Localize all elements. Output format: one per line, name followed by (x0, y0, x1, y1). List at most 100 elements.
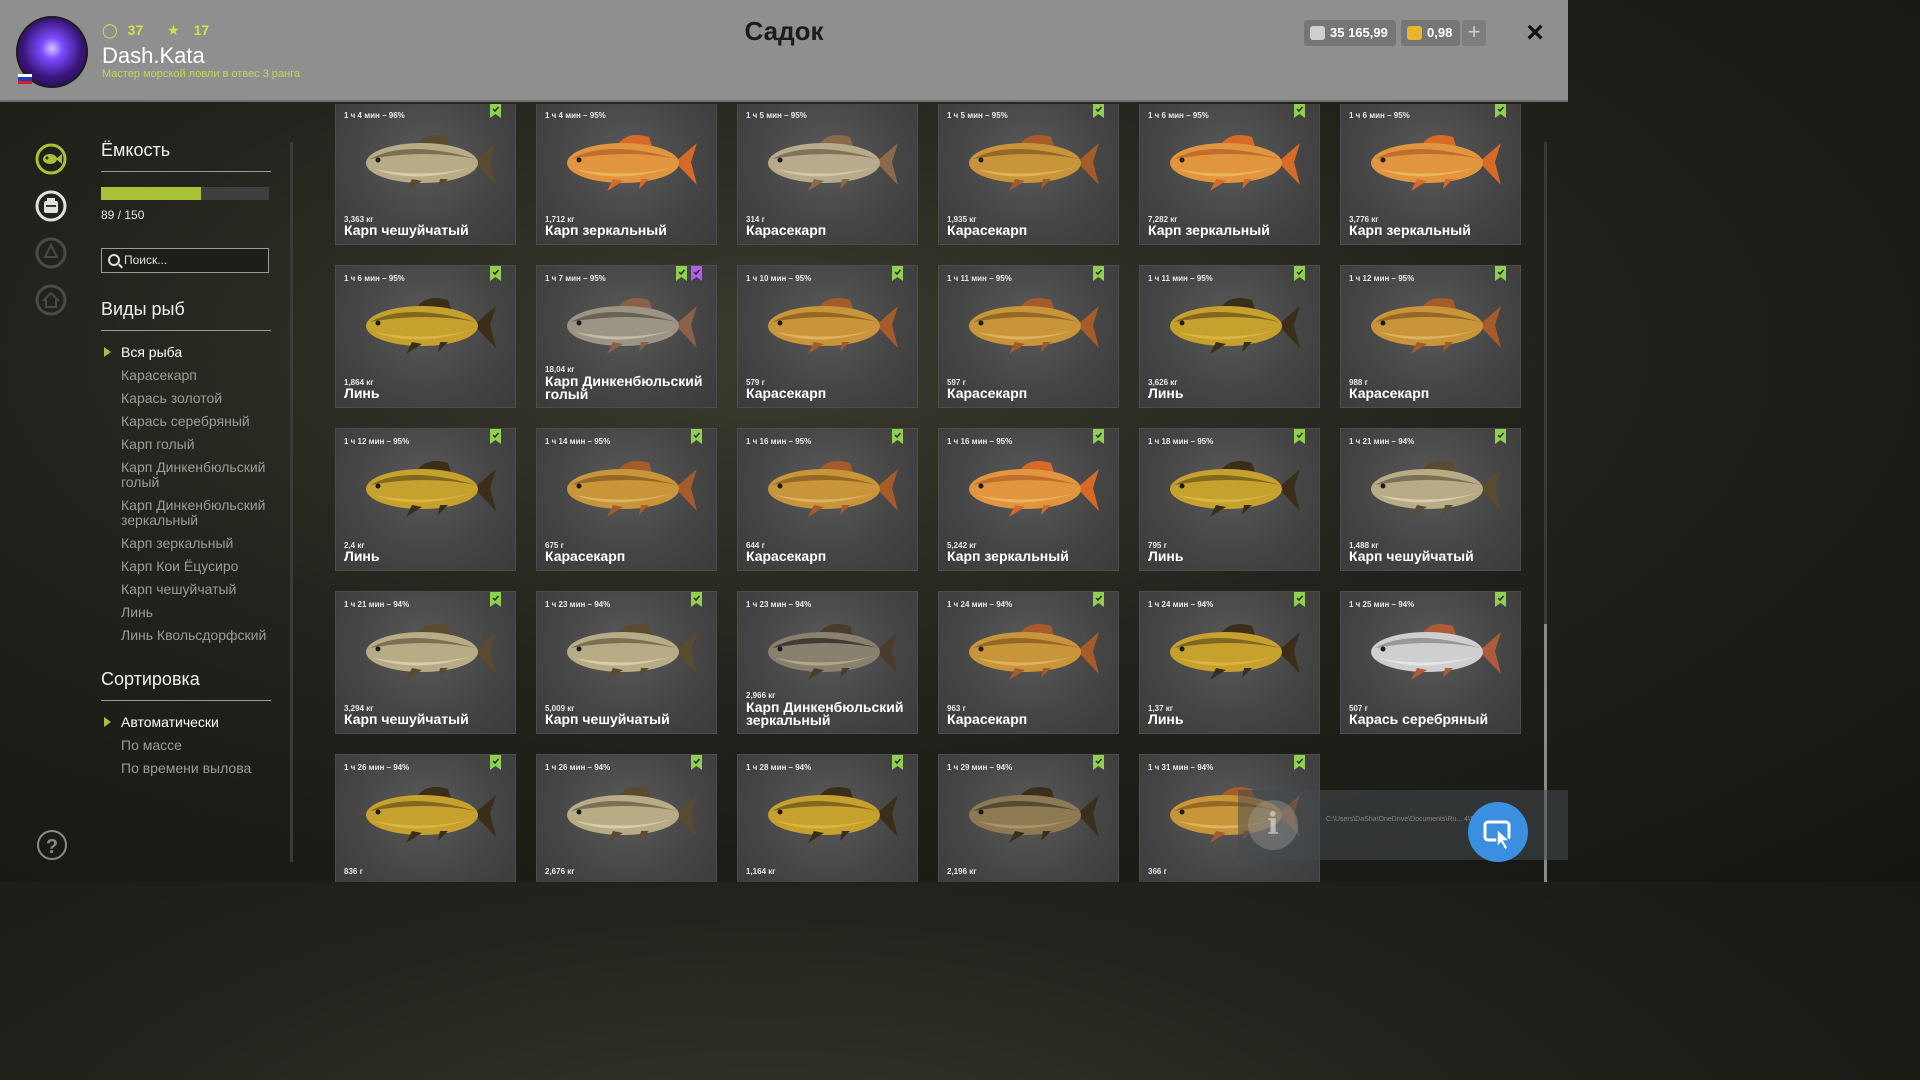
cooler-icon[interactable] (35, 190, 67, 222)
catch-time: 1 ч 6 мин – 95% (1349, 111, 1410, 120)
catch-time: 1 ч 31 мин – 94% (1148, 763, 1214, 772)
fish-card[interactable]: 1 ч 6 мин – 95% 3,776 кг Карп зеркальный (1340, 104, 1521, 245)
species-item[interactable]: Карась серебряный (121, 414, 276, 429)
sort-list: Автоматически По массе По времени вылова (104, 715, 276, 784)
bookmark-green-icon[interactable] (490, 755, 501, 770)
bookmark-green-icon[interactable] (691, 755, 702, 770)
species-item[interactable]: Линь (121, 605, 276, 620)
fish-name: Карасекарп (746, 548, 827, 564)
species-item[interactable]: Карп голый (121, 437, 276, 452)
species-item[interactable]: Линь Квольсдорфский (121, 628, 276, 643)
fish-card[interactable]: 1 ч 14 мин – 95% 675 г Карасекарп (536, 428, 717, 571)
species-item[interactable]: Карась золотой (121, 391, 276, 406)
species-item-all[interactable]: Вся рыба (121, 345, 276, 360)
fish-card[interactable]: 1 ч 25 мин – 94% 507 г Карась серебряный (1340, 591, 1521, 734)
fish-card[interactable]: 1 ч 26 мин – 94% 836 г (335, 754, 516, 882)
bookmark-green-icon[interactable] (1294, 592, 1305, 607)
bookmark-green-icon[interactable] (691, 592, 702, 607)
help-button[interactable]: ? (37, 830, 67, 860)
catch-time: 1 ч 23 мин – 94% (545, 600, 611, 609)
fish-card[interactable]: 1 ч 12 мин – 95% 988 г Карасекарп (1340, 265, 1521, 408)
bookmark-green-icon[interactable] (892, 755, 903, 770)
bookmark-green-icon[interactable] (490, 266, 501, 281)
bookmark-purple-icon[interactable] (691, 266, 702, 281)
fish-weight: 2,196 кг (947, 867, 977, 876)
fish-card[interactable]: 1 ч 18 мин – 95% 795 г Линь (1139, 428, 1320, 571)
fish-weight: 836 г (344, 867, 363, 876)
species-section: Виды рыб (101, 299, 271, 331)
species-item[interactable]: Карп зеркальный (121, 536, 276, 551)
close-button[interactable]: × (1519, 15, 1551, 51)
species-item[interactable]: Карп Динкенбюльский зеркальный (121, 498, 276, 528)
species-item[interactable]: Карасекарп (121, 368, 276, 383)
bookmark-green-icon[interactable] (1093, 755, 1104, 770)
fish-card[interactable]: 1 ч 6 мин – 95% 7,282 кг Карп зеркальный (1139, 104, 1320, 245)
gold-balance: 0,98 (1401, 20, 1461, 46)
fish-name: Карасекарп (947, 385, 1028, 401)
bookmark-green-icon[interactable] (892, 266, 903, 281)
bookmark-green-icon[interactable] (1093, 104, 1104, 118)
fish-card[interactable]: 1 ч 24 мин – 94% 963 г Карасекарп (938, 591, 1119, 734)
fish-card[interactable]: 1 ч 16 мин – 95% 5,242 кг Карп зеркальный (938, 428, 1119, 571)
bookmark-green-icon[interactable] (1294, 266, 1305, 281)
fish-card[interactable]: 1 ч 21 мин – 94% 1,488 кг Карп чешуйчатый (1340, 428, 1521, 571)
fish-card[interactable]: 1 ч 5 мин – 95% 314 г Карасекарп (737, 104, 918, 245)
bookmark-green-icon[interactable] (1495, 266, 1506, 281)
sort-option-time[interactable]: По времени вылова (121, 761, 276, 776)
fish-card[interactable]: 1 ч 21 мин – 94% 3,294 кг Карп чешуйчатый (335, 591, 516, 734)
add-currency-button[interactable]: + (1462, 20, 1486, 46)
bookmark-green-icon[interactable] (1495, 592, 1506, 607)
bookmark-green-icon[interactable] (1495, 429, 1506, 444)
selected-arrow-icon (104, 347, 111, 357)
species-item[interactable]: Карп Кои Ёцусиро (121, 559, 276, 574)
bookmark-green-icon[interactable] (1495, 104, 1506, 118)
fish-card[interactable]: 1 ч 4 мин – 96% 3,363 кг Карп чешуйчатый (335, 104, 516, 245)
catch-time: 1 ч 12 мин – 95% (344, 437, 410, 446)
bait-icon[interactable] (35, 237, 67, 269)
fish-card[interactable]: 1 ч 11 мин – 95% 3,626 кг Линь (1139, 265, 1320, 408)
bookmark-green-icon[interactable] (691, 429, 702, 444)
bookmark-green-icon[interactable] (490, 104, 501, 118)
fish-card[interactable]: 1 ч 4 мин – 95% 1,712 кг Карп зеркальный (536, 104, 717, 245)
fish-card[interactable]: 1 ч 28 мин – 94% 1,164 кг (737, 754, 918, 882)
sort-option-weight[interactable]: По массе (121, 738, 276, 753)
home-icon[interactable] (35, 284, 67, 316)
species-item[interactable]: Карп чешуйчатый (121, 582, 276, 597)
fish-card[interactable]: 1 ч 23 мин – 94% 5,009 кг Карп чешуйчатый (536, 591, 717, 734)
fish-card[interactable]: 1 ч 12 мин – 95% 2,4 кг Линь (335, 428, 516, 571)
search-placeholder: Поиск... (124, 253, 168, 267)
fish-name: Линь (1148, 548, 1184, 564)
fish-card[interactable]: 1 ч 6 мин – 95% 1,864 кг Линь (335, 265, 516, 408)
fish-card[interactable]: 1 ч 7 мин – 95% 18,04 кг Карп Динкенбюльск… (536, 265, 717, 408)
keepnet-fish-icon[interactable] (35, 143, 67, 175)
bookmark-green-icon[interactable] (1294, 429, 1305, 444)
bookmark-green-icon[interactable] (1093, 429, 1104, 444)
search-input[interactable]: Поиск... (101, 248, 269, 273)
fish-card[interactable]: 1 ч 5 мин – 95% 1,935 кг Карасекарп (938, 104, 1119, 245)
fish-name: Карасекарп (746, 222, 827, 238)
fish-card[interactable]: 1 ч 11 мин – 95% 597 г Карасекарп (938, 265, 1119, 408)
bookmark-green-icon[interactable] (1093, 592, 1104, 607)
bookmark-green-icon[interactable] (1093, 266, 1104, 281)
bookmark-green-icon[interactable] (892, 429, 903, 444)
bookmark-green-icon[interactable] (490, 429, 501, 444)
fish-name: Карасекарп (947, 222, 1028, 238)
sort-option-auto[interactable]: Автоматически (121, 715, 276, 730)
fish-name: Карп зеркальный (1148, 222, 1270, 238)
bookmark-green-icon[interactable] (676, 266, 687, 281)
catch-time: 1 ч 25 мин – 94% (1349, 600, 1415, 609)
species-item[interactable]: Карп Динкенбюльский голый (121, 460, 276, 490)
bookmark-green-icon[interactable] (490, 592, 501, 607)
fish-card[interactable]: 1 ч 29 мин – 94% 2,196 кг (938, 754, 1119, 882)
fish-card[interactable]: 1 ч 16 мин – 95% 644 г Карасекарп (737, 428, 918, 571)
fish-card[interactable]: 1 ч 24 мин – 94% 1,37 кг Линь (1139, 591, 1320, 734)
fish-card[interactable]: 1 ч 23 мин – 94% 2,966 кг Карп Динкенбюльс… (737, 591, 918, 734)
fish-name: Карасекарп (1349, 385, 1430, 401)
fish-card[interactable]: 1 ч 26 мин – 94% 2,676 кг (536, 754, 717, 882)
bookmark-green-icon[interactable] (1294, 104, 1305, 118)
capture-cursor-button[interactable] (1468, 802, 1528, 862)
fish-card[interactable]: 1 ч 10 мин – 95% 579 г Карасекарп (737, 265, 918, 408)
fish-name: Карп чешуйчатый (1349, 548, 1474, 564)
bookmark-green-icon[interactable] (1294, 755, 1305, 770)
catch-time: 1 ч 12 мин – 95% (1349, 274, 1415, 283)
